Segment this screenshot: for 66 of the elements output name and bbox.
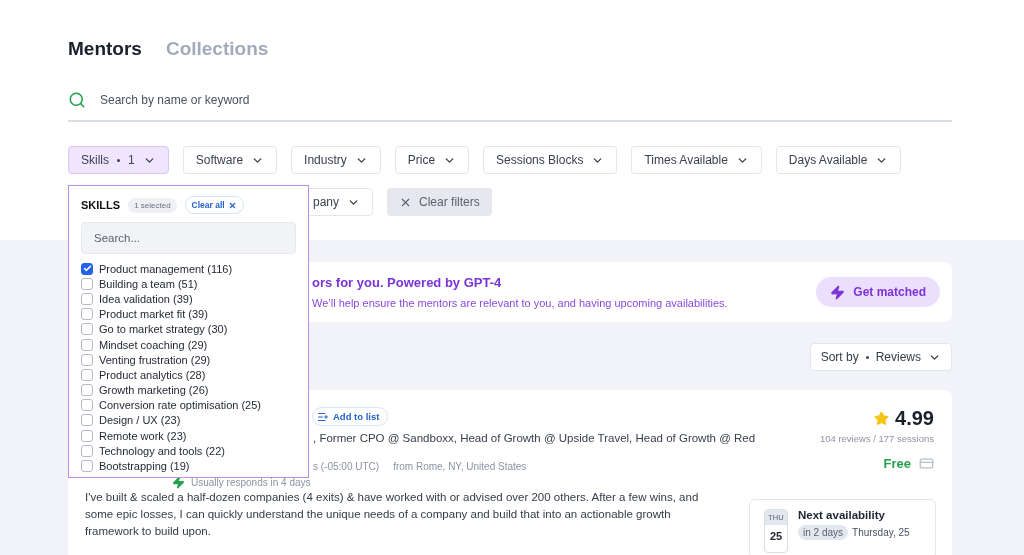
location-text: from Rome, NY, United States bbox=[393, 461, 527, 472]
availability-title: Next availability bbox=[798, 509, 886, 521]
checkbox[interactable] bbox=[81, 292, 93, 305]
skill-option[interactable]: Growth marketing (26) bbox=[81, 382, 296, 398]
checkbox[interactable] bbox=[81, 414, 93, 427]
checkbox[interactable] bbox=[81, 277, 93, 290]
filter-dropdown[interactable]: Software bbox=[182, 146, 278, 174]
price-text: Free bbox=[883, 456, 911, 471]
search-field[interactable]: Search by name or keyword bbox=[68, 80, 952, 122]
checkbox[interactable] bbox=[81, 323, 93, 336]
mentor-bio: I've built & scaled a half-dozen companies (4 exits) & have worked with or advised over 200 others. After a few wins, and some epic losses, I can quickly understand the unique needs of a company and build that into an actionable growth framework to build upon. bbox=[85, 490, 700, 539]
skill-option[interactable]: Building a team (51) bbox=[81, 276, 296, 292]
search-icon bbox=[68, 91, 86, 109]
skill-option[interactable]: Venting frustration (29) bbox=[81, 352, 296, 368]
clear-all-button[interactable]: Clear all bbox=[184, 196, 244, 214]
skill-option[interactable]: Product market fit (39) bbox=[81, 306, 296, 322]
bolt-icon bbox=[172, 476, 185, 489]
skill-option[interactable]: Mindset coaching (29) bbox=[81, 336, 296, 353]
sort-dropdown[interactable]: Sort by Reviews bbox=[809, 343, 952, 371]
bolt-icon bbox=[830, 284, 846, 300]
checkbox[interactable] bbox=[81, 338, 93, 351]
checkbox[interactable] bbox=[81, 460, 93, 473]
filter-dropdown[interactable]: Skills 1 bbox=[68, 146, 169, 174]
tab[interactable]: Mentors bbox=[68, 38, 142, 60]
get-matched-button[interactable]: Get matched bbox=[816, 277, 940, 307]
timezone-text: s (-05:00 UTC) bbox=[313, 461, 380, 472]
checkbox[interactable] bbox=[81, 308, 93, 321]
clear-filters-button[interactable]: Clear filters bbox=[387, 188, 492, 216]
checkbox[interactable] bbox=[81, 368, 93, 381]
skill-option[interactable]: Product management (116) bbox=[81, 261, 296, 277]
checkbox[interactable] bbox=[81, 353, 93, 366]
filter-dropdown[interactable]: Industry bbox=[291, 146, 381, 174]
dropdown-title: SKILLS bbox=[81, 199, 121, 211]
mentor-headline: , Former CPO @ Sandboxx, Head of Growth @ Upside Travel, Head of Growth @ Red bbox=[313, 432, 756, 444]
skill-option[interactable]: Go to market strategy (30) bbox=[81, 321, 296, 337]
skill-option[interactable]: Idea validation (39) bbox=[81, 291, 296, 307]
add-to-list-button[interactable]: Add to list bbox=[312, 407, 389, 426]
star-icon bbox=[874, 411, 890, 426]
checkbox[interactable] bbox=[81, 384, 93, 397]
filter-dropdown[interactable]: Days Available bbox=[775, 146, 902, 174]
checkbox[interactable] bbox=[81, 444, 93, 457]
skills-search-field[interactable]: Search... bbox=[81, 222, 296, 254]
filter-dropdown[interactable]: Sessions Blocks bbox=[483, 146, 618, 174]
skill-option[interactable]: Remote work (23) bbox=[81, 428, 296, 444]
list-add-icon bbox=[317, 410, 329, 423]
close-icon bbox=[227, 200, 237, 210]
card-icon bbox=[919, 456, 934, 471]
skill-option[interactable]: Product analytics (28) bbox=[81, 367, 296, 383]
checkbox[interactable] bbox=[81, 399, 93, 412]
filter-dropdown[interactable]: Times Available bbox=[631, 146, 762, 174]
checkbox[interactable] bbox=[81, 429, 93, 442]
response-time-text: Usually responds in 4 days bbox=[191, 477, 311, 488]
check-icon bbox=[82, 264, 92, 274]
availability-date: Thursday, 25 bbox=[852, 527, 910, 538]
selected-count: 1 selected bbox=[128, 197, 177, 213]
skill-option[interactable]: Design / UX (23) bbox=[81, 412, 296, 429]
banner-text: We’ll help ensure the mentors are relevant to you, and having upcoming availabilities. bbox=[312, 297, 728, 309]
rating-value: 4.99 bbox=[895, 407, 934, 430]
relative-date-pill: in 2 days bbox=[798, 525, 849, 540]
checkbox[interactable] bbox=[81, 262, 93, 275]
skill-option[interactable]: Conversion rate optimisation (25) bbox=[81, 397, 296, 413]
skill-option[interactable]: Technology and tools (22) bbox=[81, 443, 296, 459]
filter-dropdown[interactable]: Price bbox=[394, 146, 470, 174]
reviews-count: 104 reviews / 177 sessions bbox=[819, 433, 934, 444]
skill-option[interactable]: Bootstrapping (19) bbox=[81, 458, 296, 474]
banner-title: ors for you. Powered by GPT-4 bbox=[312, 275, 503, 290]
